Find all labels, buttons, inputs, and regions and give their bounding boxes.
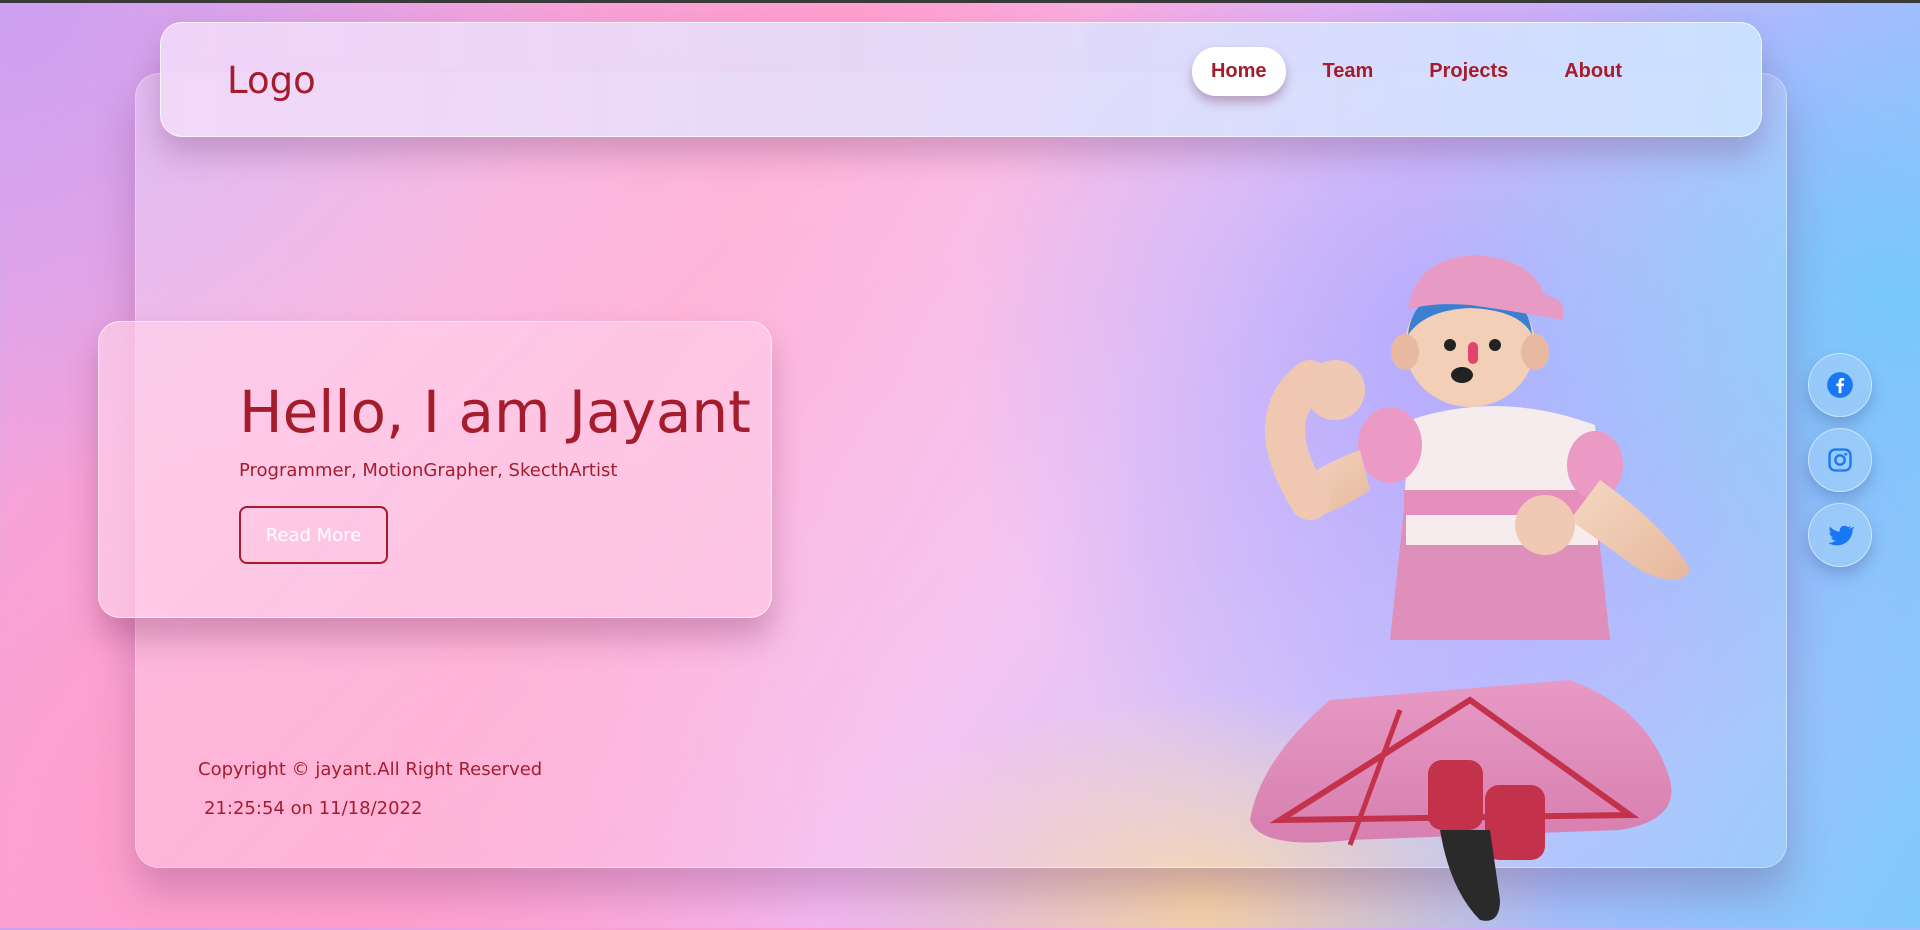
instagram-button[interactable]: [1808, 428, 1872, 492]
copyright-text: Copyright © jayant.All Right Reserved: [198, 759, 543, 780]
read-more-button[interactable]: Read More: [239, 506, 388, 564]
twitter-button[interactable]: [1808, 503, 1872, 567]
instagram-icon: [1828, 448, 1852, 472]
top-border: [0, 0, 1920, 3]
timestamp-text: 21:25:54 on 11/18/2022: [204, 798, 423, 819]
facebook-icon: [1827, 372, 1853, 398]
hero-card: Hello, I am Jayant Programmer, MotionGra…: [98, 321, 772, 618]
nav-about[interactable]: About: [1545, 47, 1641, 96]
character-illustration: [1250, 255, 1690, 921]
nav-projects[interactable]: Projects: [1410, 47, 1527, 96]
logo[interactable]: Logo: [227, 59, 316, 102]
hero-subtitle: Programmer, MotionGrapher, SkecthArtist: [239, 460, 618, 481]
twitter-icon: [1828, 525, 1854, 546]
facebook-button[interactable]: [1808, 353, 1872, 417]
nav-home[interactable]: Home: [1191, 47, 1286, 96]
nav-team[interactable]: Team: [1304, 47, 1393, 96]
navbar: Logo Home Team Projects About: [160, 22, 1762, 137]
hero-title: Hello, I am Jayant: [239, 378, 751, 446]
nav-links: Home Team Projects About: [1191, 47, 1641, 96]
